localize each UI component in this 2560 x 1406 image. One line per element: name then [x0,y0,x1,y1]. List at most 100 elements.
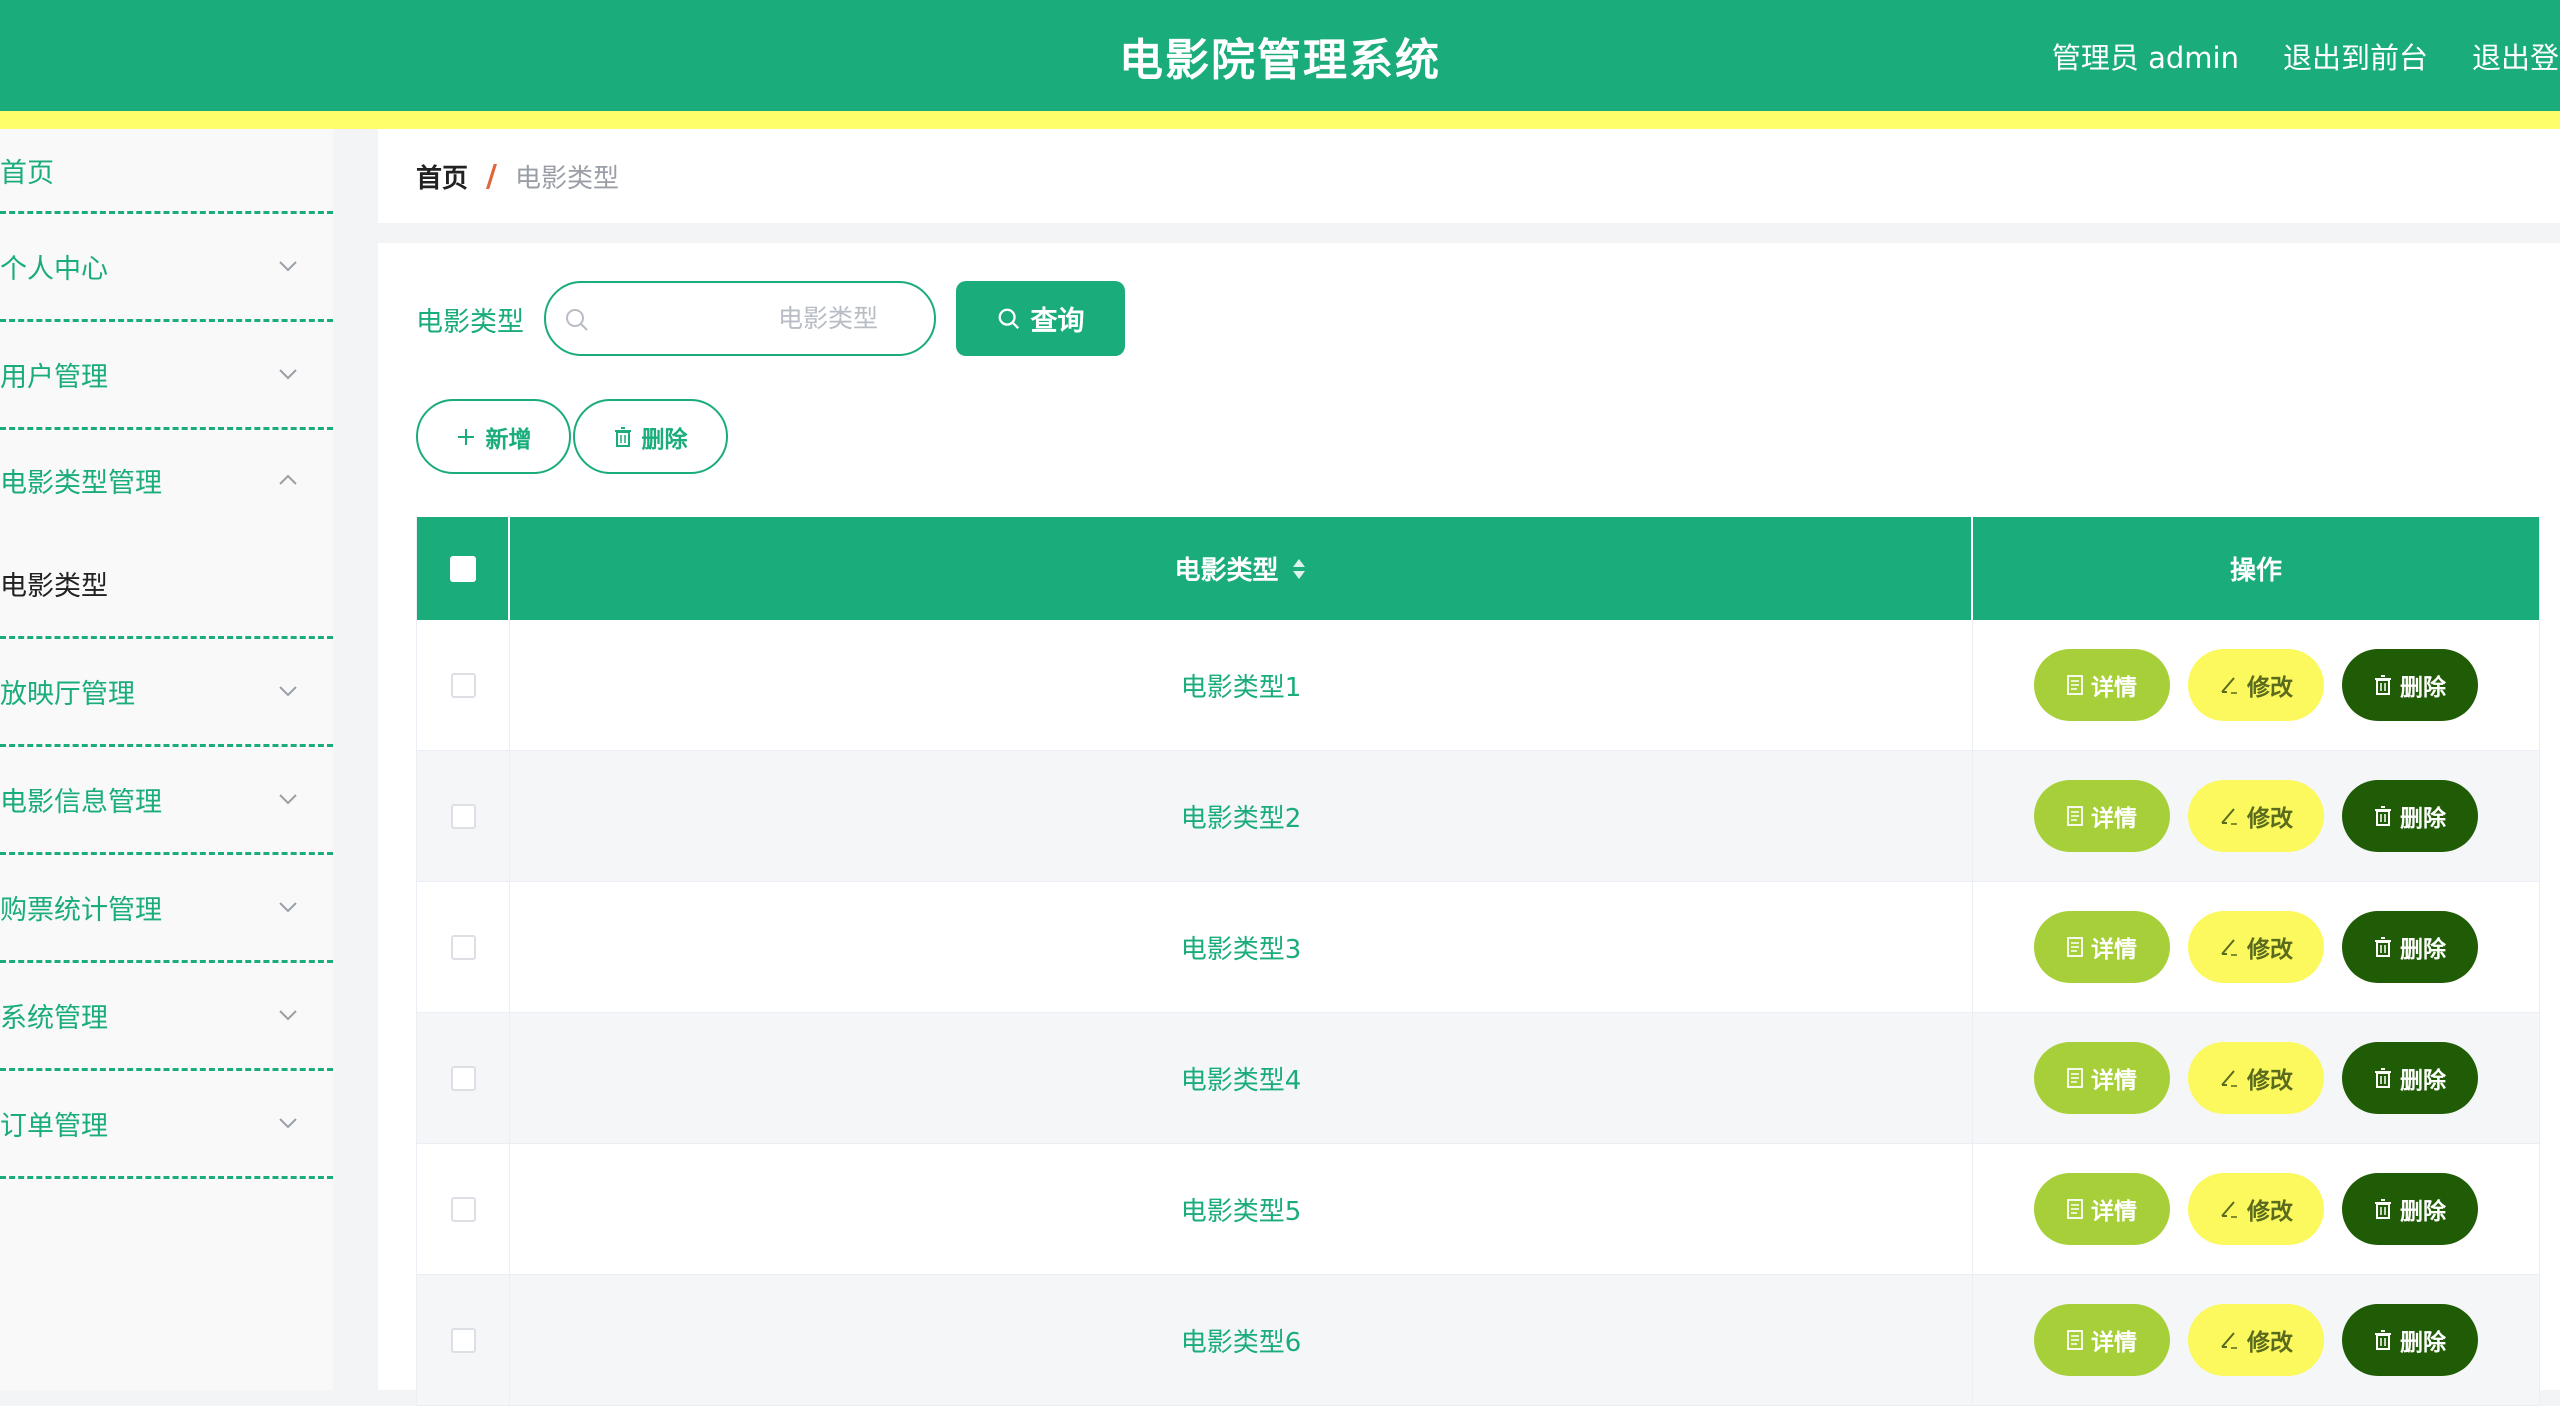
movie-type-cell: 电影类型1 [510,620,1973,750]
edit-button[interactable]: 修改 [2188,911,2324,983]
row-checkbox[interactable] [450,1196,476,1222]
detail-button[interactable]: 详情 [2034,911,2170,983]
chevron-down-icon [277,363,299,385]
sidebar-item-personal-center[interactable]: 个人中心 [0,214,333,322]
logout-link[interactable]: 退出登录 [2472,35,2560,77]
header-user-area: 管理员 admin 退出到前台 退出登录 [2052,0,2560,111]
pencil-icon [2221,808,2237,825]
breadcrumb-separator: / [486,158,497,194]
sidebar-item-user-management[interactable]: 用户管理 [0,322,333,430]
top-header: 电影院管理系统 管理员 admin 退出到前台 退出登录 [0,0,2560,111]
delete-button[interactable]: 删除 [2342,911,2478,983]
search-field [544,281,936,356]
search-icon [998,308,1019,329]
row-actions-cell: 详情 修改 删除 [1973,1275,2539,1405]
row-actions-cell: 详情 修改 删除 [1973,751,2539,881]
movie-type-cell: 电影类型3 [510,882,1973,1012]
chevron-up-icon [277,469,299,491]
delete-button[interactable]: 删除 [2342,1042,2478,1114]
sidebar-item-movie-info-management[interactable]: 电影信息管理 [0,747,333,855]
pencil-icon [2221,1070,2237,1087]
breadcrumb: 首页 / 电影类型 [378,129,2560,223]
select-all-checkbox[interactable] [449,555,476,582]
detail-button[interactable]: 详情 [2034,1173,2170,1245]
detail-button-label: 详情 [2091,1199,2137,1225]
movie-type-cell: 电影类型6 [510,1275,1973,1405]
row-checkbox[interactable] [450,934,476,960]
main-content-card: 电影类型 查询 新增 删除 电影类型 操作 [378,243,2560,1406]
edit-button-label: 修改 [2247,675,2293,701]
edit-button-label: 修改 [2247,806,2293,832]
row-checkbox[interactable] [450,1065,476,1091]
delete-button[interactable]: 删除 [2342,1304,2478,1376]
header-checkbox-cell [417,517,510,620]
table-header: 电影类型 操作 [417,517,2539,620]
pencil-icon [2221,1332,2237,1349]
search-label: 电影类型 [416,306,524,338]
row-checkbox[interactable] [450,803,476,829]
sidebar-item-label: 放映厅管理 [0,679,135,710]
column-header-label: 操作 [2229,556,2282,586]
sidebar-item-label: 个人中心 [0,254,108,285]
delete-button[interactable]: 删除 [2342,780,2478,852]
trash-icon [2375,806,2391,826]
document-icon [2067,1199,2083,1219]
sidebar-item-system-management[interactable]: 系统管理 [0,963,333,1071]
delete-button[interactable]: 删除 [2342,649,2478,721]
edit-button[interactable]: 修改 [2188,1304,2324,1376]
sidebar-item-home[interactable]: 首页 [0,129,333,214]
sort-icon[interactable] [1291,557,1307,581]
edit-button[interactable]: 修改 [2188,780,2324,852]
query-button[interactable]: 查询 [956,281,1125,356]
exit-to-front-link[interactable]: 退出到前台 [2283,35,2428,77]
pencil-icon [2221,677,2237,694]
detail-button[interactable]: 详情 [2034,1304,2170,1376]
search-input[interactable] [546,283,934,354]
edit-button[interactable]: 修改 [2188,1173,2324,1245]
row-checkbox-cell [417,1275,510,1405]
delete-button-label: 删除 [2400,675,2446,701]
sidebar-item-ticket-stats-management[interactable]: 购票统计管理 [0,855,333,963]
add-button[interactable]: 新增 [416,399,571,474]
row-checkbox-cell [417,882,510,1012]
sidebar-item-hall-management[interactable]: 放映厅管理 [0,639,333,747]
delete-button[interactable]: 删除 [2342,1173,2478,1245]
trash-icon [2375,1068,2391,1088]
delete-button-label: 删除 [2400,1068,2446,1094]
edit-button-label: 修改 [2247,1068,2293,1094]
sidebar-item-order-management[interactable]: 订单管理 [0,1071,333,1179]
row-actions-cell: 详情 修改 删除 [1973,1013,2539,1143]
detail-button[interactable]: 详情 [2034,1042,2170,1114]
detail-button[interactable]: 详情 [2034,649,2170,721]
detail-button[interactable]: 详情 [2034,780,2170,852]
breadcrumb-home[interactable]: 首页 [416,158,468,195]
delete-button-label: 删除 [2400,937,2446,963]
table-row: 电影类型1 详情 修改 删除 [417,620,2539,751]
sidebar-item-label: 订单管理 [0,1111,108,1142]
chevron-down-icon [277,1112,299,1134]
document-icon [2067,1068,2083,1088]
row-checkbox[interactable] [450,1327,476,1353]
table-row: 电影类型6 详情 修改 删除 [417,1275,2539,1406]
detail-button-label: 详情 [2091,675,2137,701]
add-button-label: 新增 [485,426,532,453]
batch-delete-button[interactable]: 删除 [573,399,728,474]
chevron-down-icon [277,255,299,277]
row-checkbox[interactable] [450,672,476,698]
table-body: 电影类型1 详情 修改 删除 电影类型2 详情 修改 删除 电影类型3 详情 修… [417,620,2539,1406]
edit-button[interactable]: 修改 [2188,649,2324,721]
chevron-down-icon [277,896,299,918]
plus-icon [457,428,474,445]
row-checkbox-cell [417,751,510,881]
document-icon [2067,937,2083,957]
sidebar-item-label: 电影类型管理 [0,468,162,499]
column-header-movie-type[interactable]: 电影类型 [510,517,1973,620]
sidebar-item-movie-type-management[interactable]: 电影类型管理 [0,430,333,531]
chevron-down-icon [277,680,299,702]
delete-button-label: 删除 [2400,1330,2446,1356]
edit-button[interactable]: 修改 [2188,1042,2324,1114]
sidebar-item-label: 购票统计管理 [0,895,162,926]
row-checkbox-cell [417,620,510,750]
movie-type-value: 电影类型1 [1180,672,1302,703]
sidebar-subitem-movie-type[interactable]: 电影类型 [0,531,333,639]
